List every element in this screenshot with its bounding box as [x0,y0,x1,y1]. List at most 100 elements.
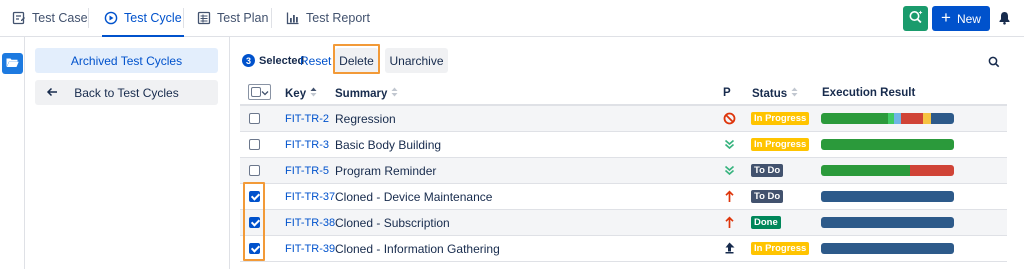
column-header-summary[interactable]: Summary [335,87,398,100]
priority-lowest-icon [722,137,736,151]
checkbox-highlight [243,182,265,261]
status-badge: Done [751,216,781,229]
tab-test-report[interactable]: Test Report [286,0,370,36]
bell-icon[interactable] [998,11,1011,28]
execution-segment [821,191,954,202]
column-header-key[interactable]: Key [285,87,317,100]
priority-high-icon [722,189,736,203]
table-row[interactable]: FIT-TR-37 Cloned - Device Maintenance To D… [240,184,1007,210]
selected-label: Selected [259,55,305,67]
ai-search-icon [908,9,924,28]
column-header-execution-result: Execution Result [822,87,915,99]
execution-segment [821,165,911,176]
row-summary: Cloned - Device Maintenance [335,190,493,204]
status-badge: In Progress [751,138,810,151]
table-row[interactable]: FIT-TR-5 Program Reminder To Do [240,158,1007,184]
table-row[interactable]: FIT-TR-38 Cloned - Subscription Done [240,210,1007,236]
execution-result-bar [821,191,954,202]
delete-highlight [333,44,380,74]
checkbox-box [251,87,261,97]
execution-segment [821,217,954,228]
plus-icon: + [941,8,951,27]
priority-highest-icon [722,241,736,255]
divider [271,8,272,28]
test-cycle-icon [104,11,118,25]
selected-count-badge: 3 [242,54,255,67]
row-summary: Regression [335,112,396,126]
test-case-icon [12,11,26,25]
execution-segment [821,243,954,254]
tab-test-case[interactable]: Test Case [12,0,88,36]
key-header-label: Key [285,87,307,100]
back-label: Back to Test Cycles [74,85,179,100]
execution-segment [821,139,954,150]
tab-label: Test Plan [217,11,269,25]
new-button[interactable]: + New [932,6,990,31]
unarchive-button[interactable]: Unarchive [385,48,448,73]
row-key-link[interactable]: FIT-TR-39 [285,243,335,255]
row-key-link[interactable]: FIT-TR-3 [285,139,329,151]
table-row[interactable]: FIT-TR-2 Regression In Progress [240,106,1007,132]
ai-search-button[interactable] [903,6,928,31]
search-icon[interactable] [988,56,1000,71]
row-summary: Program Reminder [335,164,437,178]
divider [88,8,89,28]
back-to-test-cycles-button[interactable]: Back to Test Cycles [35,80,218,105]
execution-segment [821,113,888,124]
execution-segment [887,113,895,124]
row-summary: Cloned - Information Gathering [335,242,500,256]
status-badge: In Progress [751,242,810,255]
folder-open-icon [6,57,19,71]
status-badge: To Do [751,190,784,203]
arrow-left-icon [46,86,58,101]
left-rail [0,37,25,269]
chevron-down-icon [261,85,269,99]
tab-test-plan[interactable]: Test Plan [197,0,268,36]
priority-high-icon [722,215,736,229]
row-key-link[interactable]: FIT-TR-37 [285,191,335,203]
execution-result-bar [821,113,954,124]
select-all-checkbox[interactable] [248,84,271,100]
tab-label: Test Report [306,11,370,25]
execution-segment [894,113,901,124]
folder-panel: Archived Test Cycles Back to Test Cycles [25,37,230,269]
priority-header-label: P [723,87,731,99]
table-header: Key Summary P Status Execution Result [240,82,1007,106]
column-header-priority[interactable]: P [723,87,731,99]
status-header-label: Status [752,87,788,100]
row-checkbox[interactable] [249,139,260,150]
row-summary: Cloned - Subscription [335,216,450,230]
execution-segment [931,113,954,124]
table-row[interactable]: FIT-TR-39 Cloned - Information Gathering I… [240,236,1007,262]
row-summary: Basic Body Building [335,138,442,152]
folder-toggle-button[interactable] [2,53,23,74]
status-badge: In Progress [751,112,810,125]
row-checkbox[interactable] [249,113,260,124]
row-key-link[interactable]: FIT-TR-38 [285,217,335,229]
reset-link[interactable]: Reset [300,54,331,68]
row-key-link[interactable]: FIT-TR-2 [285,113,329,125]
divider [183,8,184,28]
test-report-icon [286,11,300,25]
execution-result-bar [821,243,954,254]
column-header-status[interactable]: Status [752,87,798,100]
execution-segment [910,165,954,176]
status-badge: To Do [751,164,784,177]
priority-lowest-icon [722,163,736,177]
execution-result-bar [821,165,954,176]
sort-icon [391,87,398,100]
execution-header-label: Execution Result [822,87,916,99]
execution-segment [900,113,924,124]
top-navigation: Test Case Test Cycle Test Plan Test Repo… [0,0,1024,37]
execution-segment [923,113,932,124]
row-checkbox[interactable] [249,165,260,176]
table-row[interactable]: FIT-TR-3 Basic Body Building In Progress [240,132,1007,158]
summary-header-label: Summary [335,87,388,100]
new-button-label: New [956,11,981,26]
tab-label: Test Case [32,11,88,25]
tab-test-cycle[interactable]: Test Cycle [102,0,184,37]
execution-result-bar [821,139,954,150]
sort-ascending-icon [310,87,317,100]
row-key-link[interactable]: FIT-TR-5 [285,165,329,177]
archived-test-cycles-item[interactable]: Archived Test Cycles [35,48,218,73]
